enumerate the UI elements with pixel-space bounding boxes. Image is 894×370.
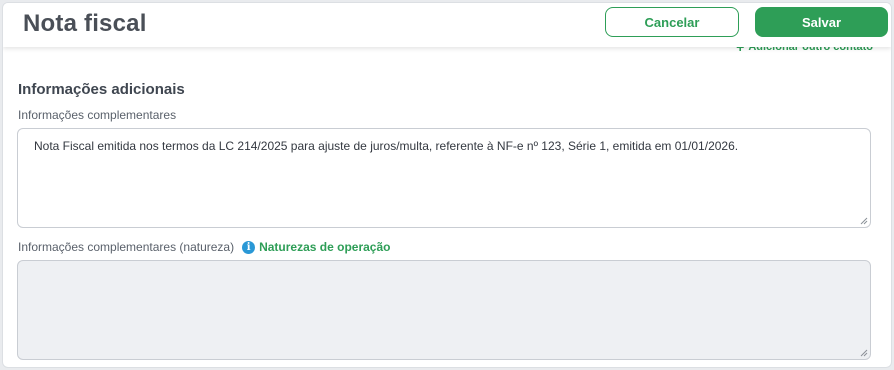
nota-fiscal-panel: Nota fiscal Cancelar Salvar + Adicionar … [2, 2, 892, 368]
complementary-info-label: Informações complementares [18, 108, 177, 122]
nature-info-label: Informações complementares (natureza) [18, 240, 235, 254]
nature-info-label-row: Informações complementares (natureza) i … [18, 240, 390, 254]
resize-grip-icon[interactable] [860, 217, 868, 225]
save-button[interactable]: Salvar [755, 7, 888, 37]
nature-operations-link[interactable]: i Naturezas de operação [242, 240, 390, 254]
page-title: Nota fiscal [23, 10, 147, 37]
nature-info-textarea[interactable] [17, 260, 871, 360]
header-bar: Nota fiscal Cancelar Salvar [3, 3, 891, 47]
complementary-info-textarea[interactable]: Nota Fiscal emitida nos termos da LC 214… [17, 128, 871, 228]
cancel-button[interactable]: Cancelar [605, 7, 739, 37]
resize-grip-icon[interactable] [860, 349, 868, 357]
nature-operations-link-label: Naturezas de operação [259, 240, 391, 254]
info-icon: i [242, 240, 256, 254]
section-title: Informações adicionais [18, 81, 185, 98]
complementary-info-value: Nota Fiscal emitida nos termos da LC 214… [34, 139, 739, 153]
